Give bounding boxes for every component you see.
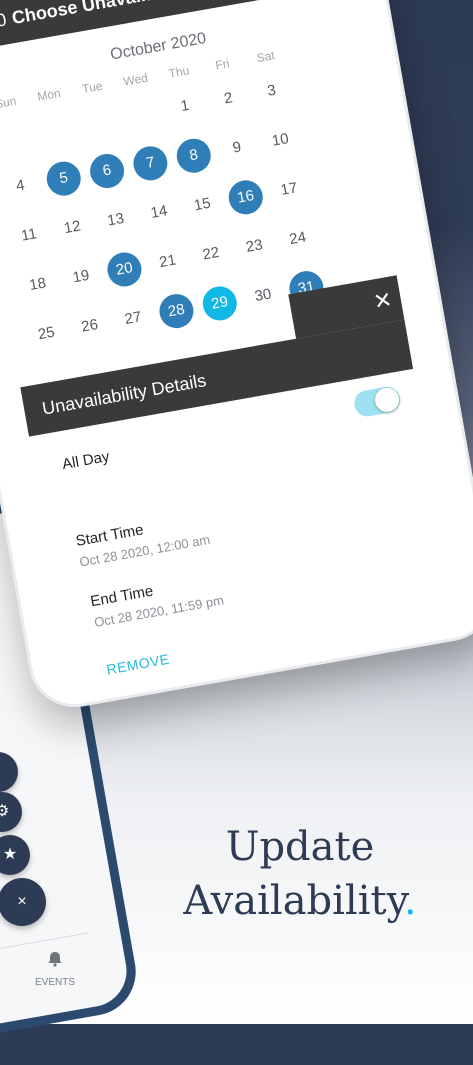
day-16[interactable]: 16	[226, 177, 266, 218]
weekday-thu: Thu	[167, 63, 191, 81]
bell-icon	[30, 950, 80, 973]
day-10[interactable]: 10	[261, 121, 300, 160]
day-29[interactable]: 29	[200, 283, 240, 324]
close-icon: ×	[17, 893, 27, 910]
weekday-sun: Sun	[0, 93, 18, 112]
day-14[interactable]: 14	[139, 193, 178, 232]
remove-button[interactable]: REMOVE	[105, 651, 170, 678]
weekday-wed: Wed	[122, 70, 149, 89]
day-18[interactable]: 18	[18, 265, 57, 304]
day-25[interactable]: 25	[27, 314, 66, 353]
day-17[interactable]: 17	[269, 170, 308, 209]
all-day-label: All Day	[60, 448, 111, 474]
gear-icon: ⚙	[0, 803, 10, 820]
main-phone: 2020 Choose Unavaila October 2020 Sun Mon…	[0, 0, 473, 715]
details-title: Unavailability Details	[40, 369, 208, 419]
day-24[interactable]: 24	[278, 219, 317, 258]
close-button[interactable]: ✕	[362, 280, 404, 322]
day-15[interactable]: 15	[183, 185, 222, 224]
toggle-knob	[373, 385, 401, 414]
day-3[interactable]: 3	[252, 71, 291, 110]
all-day-toggle[interactable]	[352, 384, 403, 419]
day-30[interactable]: 30	[243, 276, 282, 315]
day-8[interactable]: 8	[174, 136, 214, 176]
star-icon: ★	[2, 846, 18, 863]
header-year: 2020	[0, 8, 8, 36]
weekday-fri: Fri	[214, 56, 231, 73]
headline-line1: Update	[225, 824, 375, 870]
tab-events-label: EVENTS	[34, 977, 75, 988]
header-title: Choose Unavaila	[10, 0, 157, 28]
headline-dot: .	[403, 878, 417, 924]
weekday-sat: Sat	[255, 48, 276, 66]
headline-line2: Availability	[183, 878, 404, 924]
day-13[interactable]: 13	[96, 201, 135, 240]
day-27[interactable]: 27	[113, 299, 152, 338]
tab-events[interactable]: EVENTS	[30, 950, 80, 988]
day-4[interactable]: 4	[1, 167, 40, 206]
day-11[interactable]: 11	[9, 216, 48, 255]
weekday-mon: Mon	[36, 86, 62, 104]
fab-close-button[interactable]: ×	[0, 878, 46, 926]
day-28[interactable]: 28	[156, 291, 197, 331]
day-5[interactable]: 5	[44, 158, 84, 199]
day-2[interactable]: 2	[209, 79, 248, 118]
day-1[interactable]: 1	[165, 87, 204, 126]
day-9[interactable]: 9	[217, 128, 256, 167]
weekday-tue: Tue	[81, 78, 104, 96]
day-19[interactable]: 19	[61, 257, 100, 296]
day-20[interactable]: 20	[104, 249, 145, 290]
day-21[interactable]: 21	[148, 242, 187, 281]
main-phone-screen: 2020 Choose Unavaila October 2020 Sun Mon…	[0, 0, 473, 703]
day-7[interactable]: 7	[130, 143, 171, 184]
close-icon: ✕	[371, 286, 395, 315]
day-6[interactable]: 6	[87, 151, 127, 191]
day-12[interactable]: 12	[53, 208, 92, 247]
day-23[interactable]: 23	[235, 227, 274, 266]
day-26[interactable]: 26	[70, 307, 109, 346]
headline: Update Availability.	[150, 820, 450, 928]
day-22[interactable]: 22	[191, 234, 230, 273]
